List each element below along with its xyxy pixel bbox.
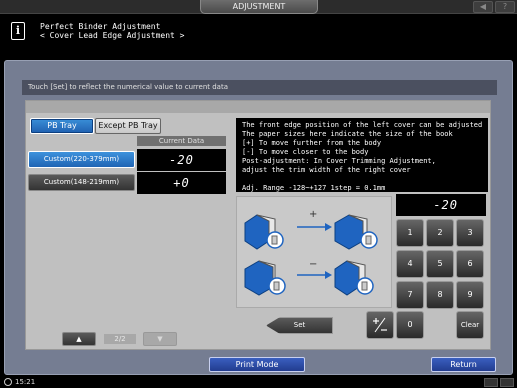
status-bar <box>0 377 517 388</box>
info-line: The paper sizes here indicate the size o… <box>242 130 453 138</box>
key-9[interactable]: 9 <box>456 281 484 309</box>
info-line: The front edge position of the left cove… <box>242 121 483 129</box>
book-diagram-icon: + − <box>244 209 378 296</box>
window-title: ADJUSTMENT <box>200 0 318 14</box>
key-3[interactable]: 3 <box>456 219 484 247</box>
info-line: Post-adjustment: In Cover Trimming Adjus… <box>242 157 436 165</box>
info-line: [+] To move further from the body <box>242 139 382 147</box>
key-5[interactable]: 5 <box>426 250 454 278</box>
current-data-header: Current Data <box>137 136 226 146</box>
page-down-button[interactable]: ▼ <box>143 332 177 346</box>
page-indicator: 2/2 <box>104 334 136 344</box>
row-custom-220-379-button[interactable]: Custom(220-379mm) <box>28 151 135 168</box>
info-line: [-] To move closer to the body <box>242 148 369 156</box>
key-2[interactable]: 2 <box>426 219 454 247</box>
return-button[interactable]: Return <box>431 357 496 372</box>
set-button[interactable]: Set <box>266 317 333 334</box>
clock-icon <box>4 378 12 386</box>
row-custom-148-219-value: +0 <box>137 172 226 194</box>
row-custom-148-219-button[interactable]: Custom(148-219mm) <box>28 174 135 191</box>
key-4[interactable]: 4 <box>396 250 424 278</box>
numeric-display: -20 <box>396 194 486 216</box>
key-1[interactable]: 1 <box>396 219 424 247</box>
status-indicator-icon <box>484 378 498 387</box>
key-7[interactable]: 7 <box>396 281 424 309</box>
page-title: Perfect Binder Adjustment <box>40 22 161 31</box>
row-custom-220-379-value: -20 <box>137 149 226 171</box>
tab-pb-tray[interactable]: PB Tray <box>30 118 94 134</box>
info-line: Adj. Range -128~+127 1step = 0.1mm <box>242 184 386 192</box>
status-indicator-icon <box>500 378 514 387</box>
key-6[interactable]: 6 <box>456 250 484 278</box>
key-8[interactable]: 8 <box>426 281 454 309</box>
info-text-box: The front edge position of the left cove… <box>236 118 488 192</box>
page-up-button[interactable]: ▲ <box>62 332 96 346</box>
top-bar: ADJUSTMENT <box>0 0 517 14</box>
info-line: adjust the trim width of the right cover <box>242 166 411 174</box>
page-subtitle: < Cover Lead Edge Adjustment > <box>40 31 185 40</box>
message-bar: Touch [Set] to reflect the numerical val… <box>22 80 497 95</box>
panel-header-strip <box>26 101 490 113</box>
minus-label: − <box>309 259 317 270</box>
tab-except-pb-tray[interactable]: Except PB Tray <box>95 118 161 134</box>
print-mode-button[interactable]: Print Mode <box>209 357 305 372</box>
volume-icon[interactable]: ◀ <box>473 1 493 13</box>
adjustment-illustration: + − <box>236 196 392 308</box>
info-icon: i <box>11 22 25 40</box>
plus-minus-button[interactable] <box>366 311 394 339</box>
plus-minus-icon <box>373 317 387 333</box>
plus-label: + <box>309 209 317 220</box>
info-line <box>242 175 482 184</box>
clear-button[interactable]: Clear <box>456 311 484 339</box>
key-0[interactable]: 0 <box>396 311 424 339</box>
clock-time: 15:21 <box>15 378 36 386</box>
help-icon[interactable]: ? <box>495 1 515 13</box>
